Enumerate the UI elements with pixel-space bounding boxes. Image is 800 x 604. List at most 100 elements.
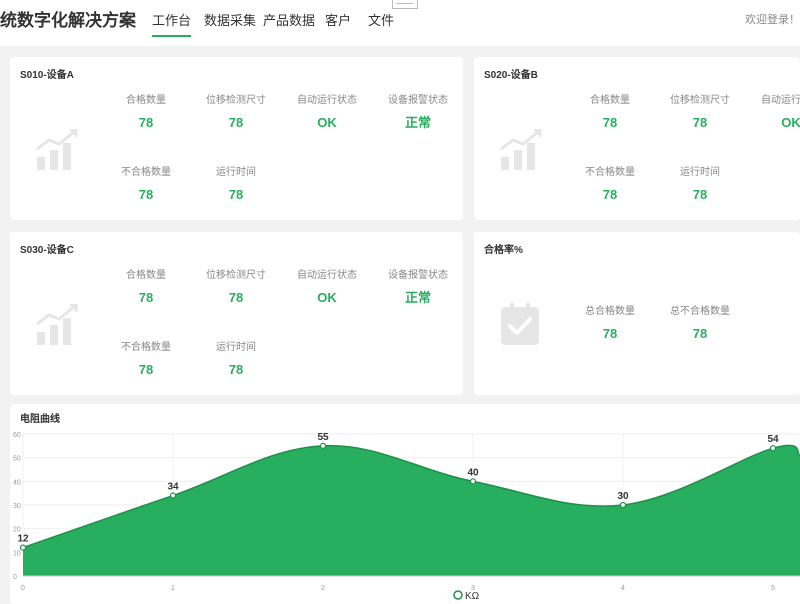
metric-displacement-size: 位移检测尺寸 78 (194, 95, 278, 131)
chart-title: 电阻曲线 (20, 412, 60, 425)
metric-value: 78 (138, 187, 154, 202)
metric-value: 78 (602, 115, 618, 130)
metric-label: 合格数量 (590, 95, 630, 106)
data-point (169, 492, 177, 499)
data-label: 55 (317, 432, 329, 443)
metric-label: 合格数量 (126, 270, 166, 281)
metric-total-fail: 总不合格数量 78 (658, 306, 742, 342)
trend-bar-chart-icon (36, 304, 78, 345)
metric-displacement-size: 位移检测尺寸 78 (658, 95, 742, 131)
nav-item-workbench[interactable]: 工作台 (152, 10, 192, 37)
metric-value: 78 (692, 326, 708, 341)
metric-label: 位移检测尺寸 (206, 270, 266, 281)
metric-pass-count: 合格数量 78 (104, 270, 188, 306)
device-card-s020: S020-设备B 合格数量 78 位移检测尺寸 78 自动运行状态 OK 不合格… (474, 57, 800, 220)
metric-pass-count: 合格数量 78 (568, 95, 652, 131)
y-tick-label: 40 (13, 479, 21, 486)
nav-item-customer[interactable]: 客户 (325, 10, 351, 29)
metric-value: 78 (138, 115, 154, 130)
metric-value: 正常 (404, 115, 431, 130)
y-tick-label: 60 (13, 432, 21, 439)
metric-value: 78 (602, 187, 618, 202)
metric-label: 自动运行状态 (761, 95, 800, 106)
collapse-handle-icon[interactable] (392, 0, 418, 9)
metric-run-time: 运行时间 78 (194, 342, 278, 378)
pass-rate-card: 合格率% 总合格数量 78 总不合格数量 78 (474, 232, 800, 395)
top-header: 统数字化解决方案 工作台 数据采集 产品数据 客户 文件 欢迎登录！ (0, 0, 800, 46)
welcome-text[interactable]: 欢迎登录！ (745, 11, 800, 27)
y-tick-label: 0 (13, 574, 17, 581)
trend-bar-chart-icon (36, 129, 78, 170)
metric-value: 正常 (404, 290, 431, 305)
trend-bar-chart-icon (500, 129, 542, 170)
card-title: S010-设备A (20, 70, 74, 81)
card-title: 合格率% (484, 245, 523, 256)
data-label: 12 (17, 534, 29, 545)
y-tick-label: 30 (13, 503, 21, 510)
metric-label: 自动运行状态 (297, 95, 357, 106)
nav-item-data-collection[interactable]: 数据采集 (204, 10, 256, 29)
metric-pass-count: 合格数量 78 (104, 95, 188, 131)
metric-value: 78 (692, 187, 708, 202)
metric-total-pass: 总合格数量 78 (568, 306, 652, 342)
metric-value: OK (317, 115, 337, 130)
metric-value: 78 (692, 115, 708, 130)
metric-value: 78 (228, 362, 244, 377)
x-tick-label: 2 (321, 585, 325, 592)
metric-alarm-status: 设备报警状态 正常 (376, 270, 460, 306)
data-point (319, 442, 327, 449)
data-point (19, 544, 27, 551)
x-tick-label: 1 (171, 585, 175, 592)
nav-item-product-data[interactable]: 产品数据 (263, 10, 315, 29)
resistance-area-chart: 电阻曲线 123455403054 01020304050600 1 2 3 4 5 KΩ (13, 412, 800, 600)
device-card-s030: S030-设备C 合格数量 78 位移检测尺寸 78 自动运行状态 OK 设备报… (10, 232, 463, 395)
data-label: 30 (617, 491, 629, 502)
metric-label: 运行时间 (216, 167, 256, 178)
metric-label: 设备报警状态 (388, 95, 448, 106)
metric-label: 运行时间 (216, 342, 256, 353)
legend-marker (453, 590, 463, 600)
data-point (469, 478, 477, 485)
metric-fail-count: 不合格数量 78 (104, 342, 188, 378)
metric-value: 78 (602, 326, 618, 341)
metric-label: 不合格数量 (121, 342, 171, 353)
x-tick-label: 5 (771, 585, 775, 592)
series-area (23, 445, 800, 576)
metric-value: OK (317, 290, 337, 305)
metric-value: 78 (138, 290, 154, 305)
metric-label: 运行时间 (680, 167, 720, 178)
metric-label: 合格数量 (126, 95, 166, 106)
app-title: 统数字化解决方案 (0, 11, 136, 30)
card-title: S020-设备B (484, 70, 538, 81)
metric-label: 不合格数量 (585, 167, 635, 178)
y-tick-label: 20 (13, 527, 21, 534)
metric-label: 位移检测尺寸 (206, 95, 266, 106)
calendar-check-icon (501, 303, 539, 345)
metric-alarm-status: 设备报警状态 正常 (376, 95, 460, 131)
metric-label: 位移检测尺寸 (670, 95, 730, 106)
metric-label: 不合格数量 (121, 167, 171, 178)
device-card-s010: S010-设备A 合格数量 78 位移检测尺寸 78 自动运行状态 OK 设备报… (10, 57, 463, 220)
metric-fail-count: 不合格数量 78 (104, 167, 188, 203)
data-label: 34 (167, 482, 179, 493)
metric-value: 78 (138, 362, 154, 377)
metric-run-time: 运行时间 78 (658, 167, 742, 203)
metric-label: 总合格数量 (585, 306, 635, 317)
metric-value: 78 (228, 115, 244, 130)
data-point (769, 445, 777, 452)
data-label: 40 (467, 467, 479, 478)
metric-label: 设备报警状态 (388, 270, 448, 281)
resistance-chart-card: 电阻曲线 12 34 55 40 30 54 0 10 20 30 40 50 60 0 1 2 3 4 5 KΩ (10, 404, 800, 604)
data-label: 54 (767, 434, 779, 445)
metric-value: 78 (228, 290, 244, 305)
y-tick-label: 10 (13, 550, 21, 557)
x-tick-label: 0 (21, 585, 25, 592)
nav-item-files[interactable]: 文件 (368, 10, 394, 29)
metric-value: OK (781, 115, 800, 130)
metric-label: 总不合格数量 (670, 306, 730, 317)
card-title: S030-设备C (20, 245, 74, 256)
metric-fail-count: 不合格数量 78 (568, 167, 652, 203)
metric-auto-run-status: 自动运行状态 OK (749, 95, 800, 131)
legend-label: KΩ (465, 591, 480, 600)
x-tick-label: 4 (621, 585, 625, 592)
